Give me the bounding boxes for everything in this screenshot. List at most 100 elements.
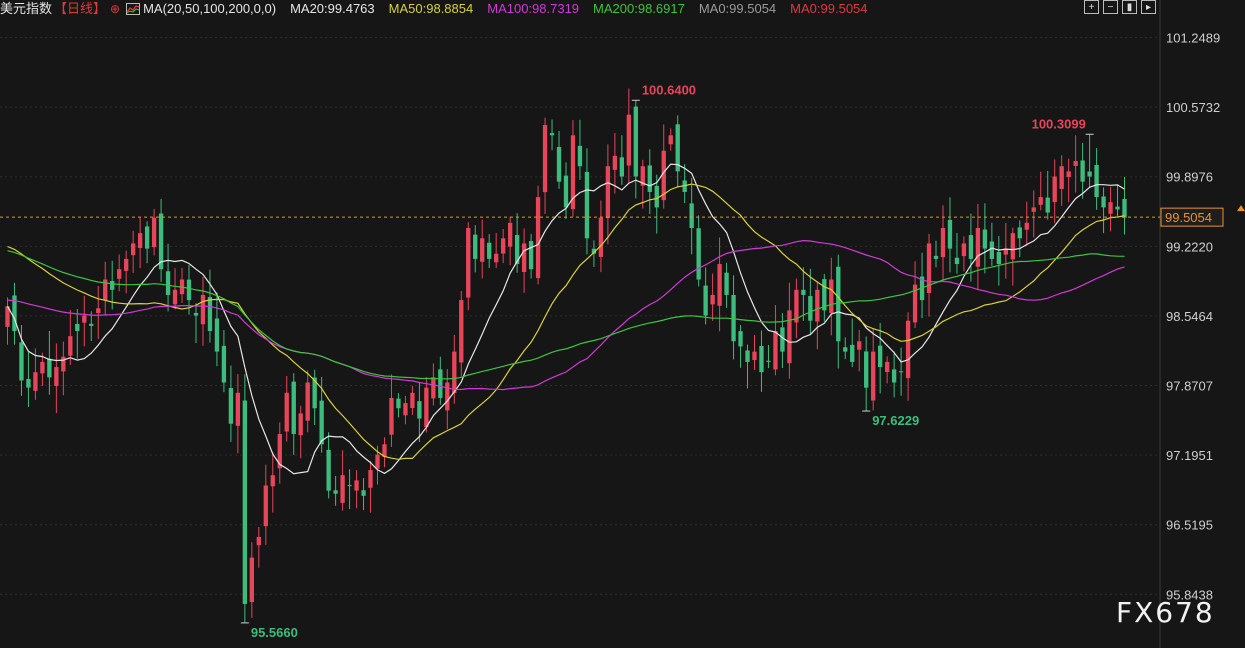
candle-body [165, 271, 171, 295]
y-tick-label: 99.8976 [1166, 170, 1213, 185]
candle-body [403, 403, 408, 416]
candle-body [864, 351, 869, 388]
candle-body [982, 229, 988, 249]
candle-body [396, 398, 401, 409]
candle-body [598, 217, 604, 257]
candle-body [54, 367, 59, 386]
candle-body [249, 557, 255, 602]
candle-body [605, 166, 611, 219]
extreme-label: 95.5660 [251, 625, 298, 640]
candle-body [242, 400, 248, 604]
extreme-label: 100.6400 [642, 82, 696, 97]
candle-body [612, 155, 618, 170]
candle-body [1038, 197, 1043, 205]
candle-body [291, 381, 296, 434]
candle-body [354, 480, 359, 491]
candle-body [703, 285, 708, 316]
candle-body [1122, 198, 1127, 218]
candle-body [368, 470, 373, 488]
candle-body [766, 360, 771, 362]
candle-body [375, 454, 380, 469]
candle-body [501, 238, 506, 254]
candle-body [319, 400, 324, 445]
candle-body [228, 388, 234, 424]
candle-body [151, 217, 157, 248]
candle-body [82, 315, 87, 323]
candle-body [33, 372, 38, 391]
candle-body [1031, 207, 1036, 212]
candle-body [333, 490, 338, 494]
candle-body [647, 165, 652, 192]
candle-body [556, 147, 562, 182]
candle-body [207, 297, 213, 331]
y-tick-label: 97.1951 [1166, 448, 1213, 463]
candle-body [305, 382, 310, 421]
candle-body [717, 264, 722, 306]
candle-body [542, 125, 548, 193]
candle-body [724, 272, 729, 295]
candle-body [933, 255, 939, 259]
candle-body [975, 228, 981, 267]
candle-body [235, 392, 241, 426]
y-tick-label: 101.2489 [1166, 31, 1220, 46]
candle-body [507, 222, 513, 247]
candle-body [996, 251, 1002, 265]
extreme-label: 100.3099 [1032, 116, 1086, 131]
candle-body [186, 279, 192, 301]
candle-body [745, 350, 750, 362]
candle-body [1045, 197, 1050, 213]
candle-body [1101, 196, 1106, 208]
candle-body [808, 296, 813, 321]
candle-body [424, 387, 429, 428]
candle-body [214, 318, 220, 352]
candle-body [689, 203, 694, 228]
candle-body [857, 341, 862, 350]
candle-body [263, 485, 268, 527]
candle-body [47, 358, 52, 378]
candle-body [494, 253, 499, 263]
candle-body [1010, 233, 1015, 260]
candle-body [871, 351, 876, 401]
candle-body [347, 485, 352, 487]
candle-body [898, 371, 904, 373]
candle-body [124, 258, 129, 271]
candle-body [158, 213, 164, 270]
candle-body [752, 351, 757, 361]
candle-body [40, 361, 45, 374]
candle-body [968, 235, 974, 259]
candle-body [89, 323, 94, 326]
candle-body [326, 449, 331, 491]
candle-body [801, 289, 806, 295]
current-price-arrow [1237, 205, 1245, 212]
candle-body [417, 401, 422, 419]
y-tick-label: 96.5195 [1166, 518, 1213, 533]
candle-body [989, 241, 995, 259]
candle-body [528, 241, 534, 270]
candle-body [710, 294, 715, 305]
candle-body [940, 228, 946, 258]
candle-body [193, 312, 199, 316]
candle-body [619, 157, 625, 177]
extreme-label: 97.6229 [872, 413, 919, 428]
candle-body [487, 242, 492, 259]
watermark: FX678 [1116, 596, 1215, 629]
candlestick-chart[interactable]: 101.2489 100.5732 99.8976 99.2220 98.5464 97.… [0, 0, 1245, 648]
candle-body [696, 228, 701, 280]
candle-body [130, 243, 136, 256]
candle-body [961, 243, 967, 257]
candle-body [577, 145, 583, 167]
candle-body [410, 392, 415, 409]
candle-body [340, 475, 345, 503]
candle-body [221, 345, 227, 383]
candle-body [521, 243, 527, 273]
candle-body [668, 135, 673, 145]
candle-body [459, 300, 464, 363]
candle-body [1108, 202, 1113, 214]
candle-body [738, 331, 743, 347]
candle-body [535, 197, 541, 279]
candle-body [144, 226, 150, 249]
candle-body [829, 279, 834, 313]
candle-body [438, 369, 443, 398]
candle-body [1080, 160, 1085, 182]
candle-body [584, 171, 590, 239]
